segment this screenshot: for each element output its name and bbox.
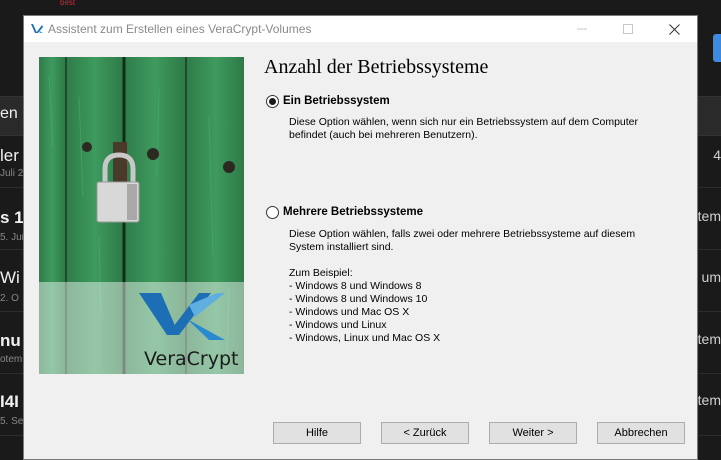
veracrypt-app-icon — [31, 24, 43, 33]
bg-row-date: 2. O — [0, 293, 19, 304]
bg-row-date: Juli 2 — [0, 168, 24, 179]
maximize-button[interactable] — [605, 16, 651, 42]
help-button[interactable]: Hilfe — [273, 422, 361, 444]
back-button[interactable]: < Zurück — [381, 422, 469, 444]
maximize-icon — [623, 24, 633, 34]
radio-single-os[interactable] — [266, 95, 279, 108]
example-item: - Windows und Mac OS X — [289, 306, 410, 318]
wizard-side-image: VeraCrypt — [39, 57, 244, 374]
cancel-button[interactable]: Abbrechen — [597, 422, 685, 444]
example-item: - Windows, Linux und Mac OS X — [289, 332, 441, 344]
single-os-description-line: Diese Option wählen, wenn sich nur ein B… — [289, 116, 639, 128]
multi-os-description-line: System installiert sind. — [289, 241, 394, 253]
example-item: - Windows und Linux — [289, 319, 387, 331]
bg-section-header-label: en — [0, 105, 18, 122]
radio-multi-os-label[interactable]: Mehrere Betriebssysteme — [283, 206, 423, 218]
single-os-description-line: befindet (auch bei mehreren Benutzern). — [289, 129, 478, 141]
bg-row-title: I4I — [0, 392, 19, 411]
wizard-dialog: Assistent zum Erstellen eines VeraCrypt-… — [23, 15, 698, 460]
page-title: Anzahl der Betriebssysteme — [264, 56, 489, 78]
examples-title: Zum Beispiel: — [289, 267, 353, 279]
minimize-icon — [577, 28, 587, 30]
radio-multi-os[interactable] — [266, 206, 279, 219]
bg-blue-button[interactable] — [713, 34, 721, 62]
window-title: Assistent zum Erstellen eines VeraCrypt-… — [48, 22, 312, 36]
bg-row-date: otem — [0, 354, 23, 365]
bg-row-right: 4 — [713, 147, 721, 163]
close-icon — [668, 23, 680, 35]
example-item: - Windows 8 und Windows 10 — [289, 293, 428, 305]
minimize-button[interactable] — [559, 16, 605, 42]
padlock-door-illustration: VeraCrypt — [39, 57, 244, 374]
multi-os-description-line: Diese Option wählen, falls zwei oder meh… — [289, 228, 636, 240]
veracrypt-brand-text: VeraCrypt — [144, 348, 239, 370]
close-button[interactable] — [651, 16, 697, 42]
bg-row-right: um — [701, 269, 721, 285]
next-button[interactable]: Weiter > — [489, 422, 577, 444]
bg-red-text: best — [60, 0, 76, 7]
example-item: - Windows 8 und Windows 8 — [289, 280, 422, 292]
bg-row-title: Wi — [0, 268, 20, 287]
title-bar[interactable]: Assistent zum Erstellen eines VeraCrypt-… — [24, 16, 697, 42]
bg-row-title: nu — [0, 331, 21, 350]
radio-single-os-label[interactable]: Ein Betriebssystem — [283, 95, 390, 107]
bg-row-title: s 1 — [0, 208, 24, 227]
